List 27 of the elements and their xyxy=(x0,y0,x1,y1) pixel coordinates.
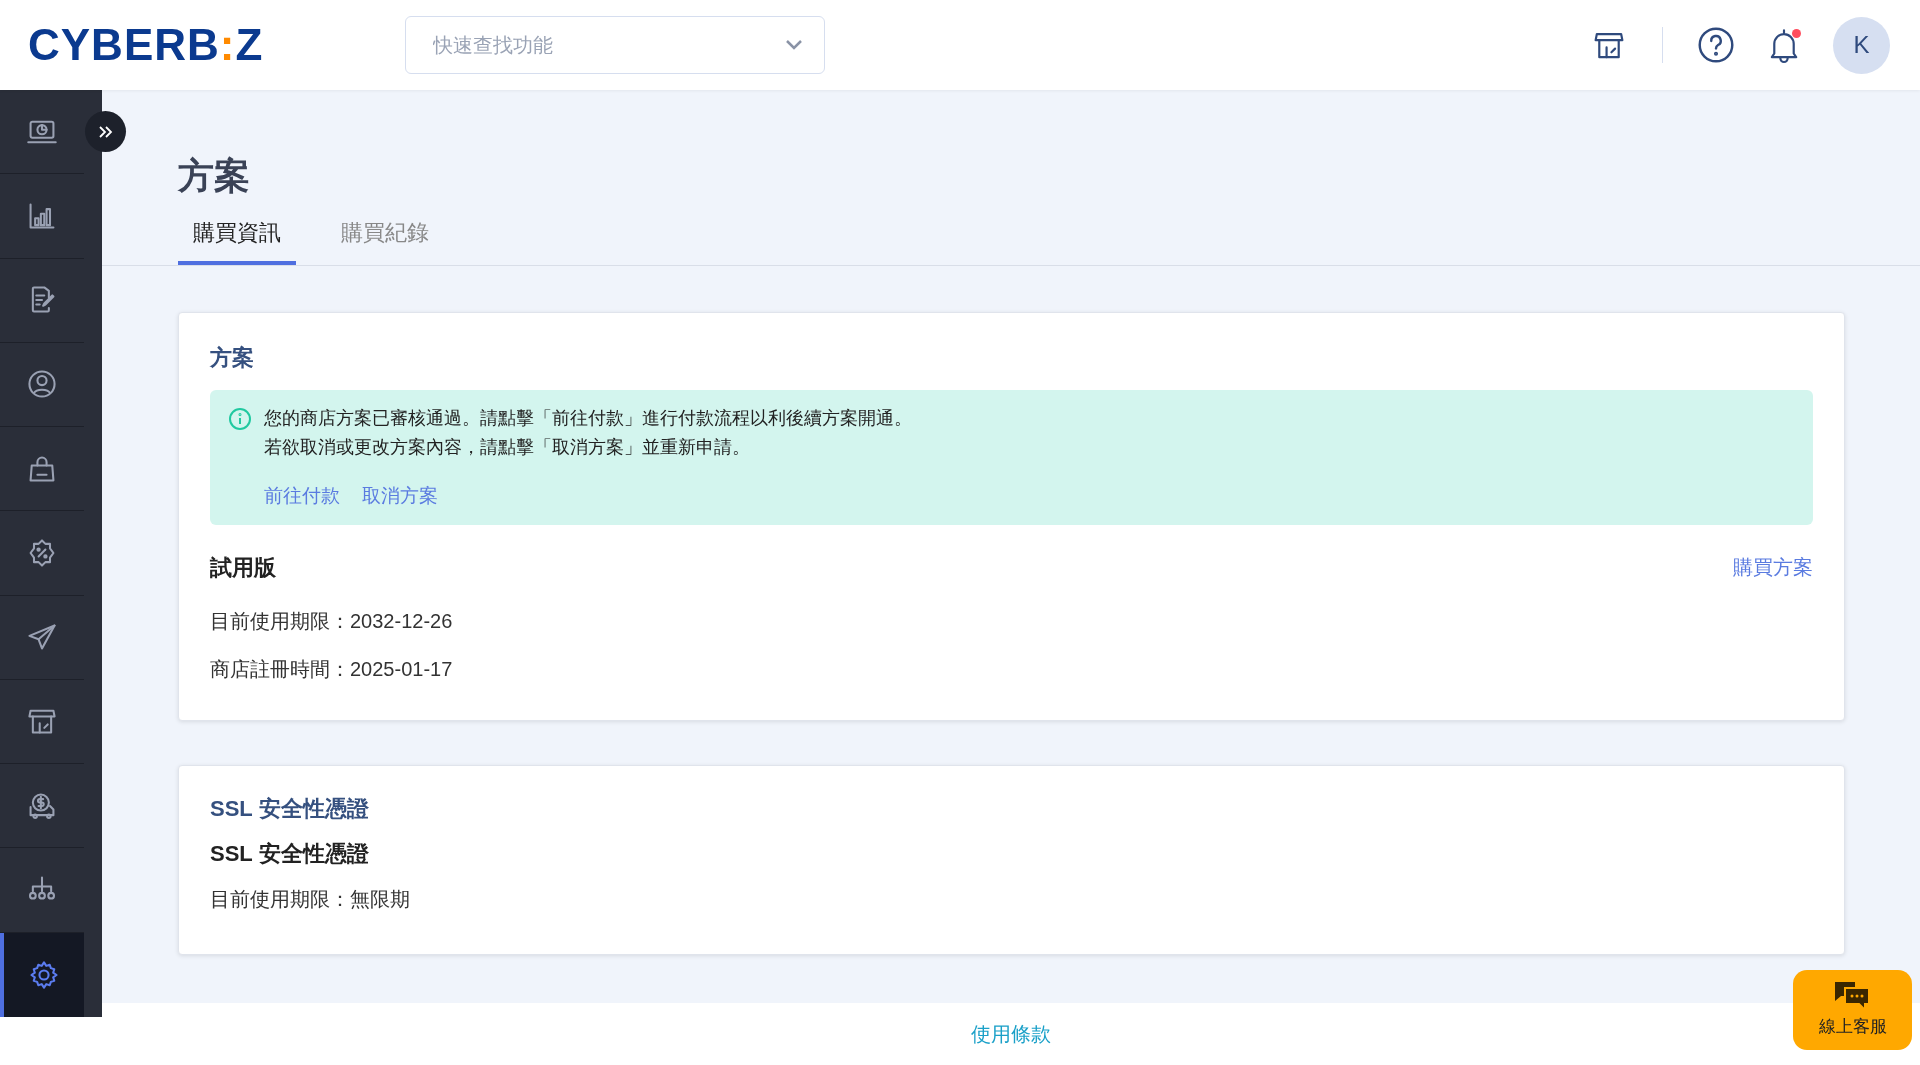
terms-link[interactable]: 使用條款 xyxy=(971,1019,1051,1049)
sidebar-item[interactable] xyxy=(0,932,84,1017)
detail-text: 商店註冊時間：2025-01-17 xyxy=(210,656,454,682)
notice-text: 若欲取消或更改方案內容，請點擊「取消方案」並重新申請。 xyxy=(264,436,751,459)
logo[interactable]: CYBERB:Z xyxy=(28,23,264,67)
chevron-down-icon xyxy=(785,39,804,51)
detail-text: 目前使用期限：無限期 xyxy=(210,886,411,912)
page-title: 方案 xyxy=(178,158,251,194)
purchase-plan-link[interactable]: 購買方案 xyxy=(1733,552,1813,582)
info-icon xyxy=(228,407,252,431)
settings-icon xyxy=(28,958,60,991)
card-heading: 方案 xyxy=(210,344,255,372)
tab[interactable]: 購買紀錄 xyxy=(326,216,444,265)
card-heading: SSL 安全性憑證 xyxy=(210,794,370,823)
user-avatar[interactable]: K xyxy=(1833,16,1890,74)
notice-text: 您的商店方案已審核通過。請點擊「前往付款」進行付款流程以利後續方案開通。 xyxy=(264,407,912,430)
live-chat-button[interactable]: 線上客服 xyxy=(1793,970,1912,1050)
notice-link[interactable]: 前往付款 xyxy=(264,482,340,511)
help-icon[interactable] xyxy=(1697,26,1735,64)
double-chevron-icon xyxy=(97,124,114,139)
notice-link[interactable]: 取消方案 xyxy=(362,482,438,511)
user-circle-icon xyxy=(26,368,58,401)
search-field[interactable]: 快速查找功能 xyxy=(405,16,826,74)
certificate-name: SSL 安全性憑證 xyxy=(210,839,370,868)
detail-text: 目前使用期限：2032-12-26 xyxy=(210,608,454,634)
plan-name: 試用版 xyxy=(210,553,276,582)
tab[interactable]: 購買資訊 xyxy=(178,216,296,265)
